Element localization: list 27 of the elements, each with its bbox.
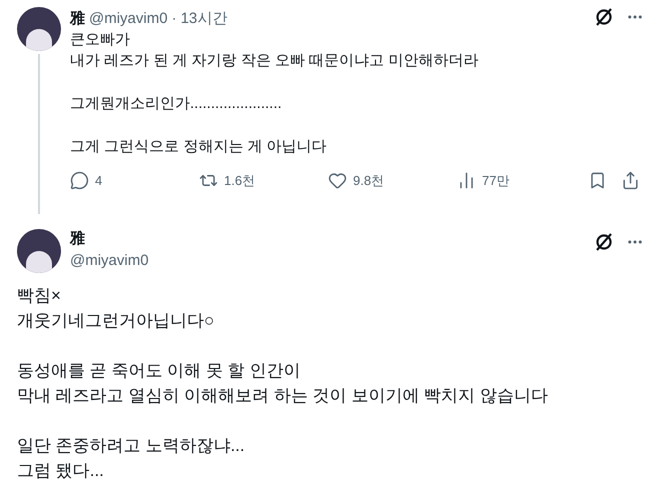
slashed-circle-icon[interactable] bbox=[594, 232, 614, 252]
share-icon bbox=[621, 170, 640, 190]
bar-chart-icon bbox=[457, 170, 476, 190]
like-button[interactable]: 9.8천 bbox=[328, 170, 384, 190]
post-time[interactable]: 13시간 bbox=[180, 8, 228, 30]
avatar[interactable] bbox=[17, 229, 61, 273]
post-text: 일단 존중하려고 노력하잖냐... 그럼 됐다... bbox=[17, 435, 246, 482]
reply-icon bbox=[70, 170, 89, 190]
post-text: 그게 그런식으로 정해지는 게 아닙니다 bbox=[70, 136, 328, 156]
slashed-circle-icon[interactable] bbox=[594, 7, 614, 27]
display-name[interactable]: 雅 bbox=[70, 8, 85, 30]
user-handle[interactable]: @miyavim0 bbox=[89, 8, 168, 30]
post-text: 그게뭔개소리인가...................... bbox=[70, 94, 283, 114]
views-button[interactable]: 77만 bbox=[457, 170, 510, 190]
share-button[interactable] bbox=[621, 170, 640, 190]
post-text: 동성애를 곧 죽어도 이해 못 할 인간이 막내 레즈라고 열심히 이해해보려 하는 것이 보이기에 빡치지 않습니다 bbox=[17, 360, 549, 407]
repost-button[interactable]: 1.6천 bbox=[199, 170, 256, 190]
avatar[interactable] bbox=[17, 7, 61, 51]
reply-button[interactable]: 4 bbox=[70, 170, 102, 190]
post-text: 큰오빠가 내가 레즈가 된 게 자기랑 작은 오빠 때문이냐고 미안해하더라 bbox=[70, 30, 480, 70]
user-handle[interactable]: @miyavim0 bbox=[70, 250, 149, 272]
post-text: 빡침× 개웃기네그런거아닙니다○ bbox=[17, 285, 216, 332]
bookmark-icon bbox=[588, 170, 607, 190]
display-name[interactable]: 雅 bbox=[70, 228, 149, 250]
bookmark-button[interactable] bbox=[588, 170, 607, 190]
heart-icon bbox=[328, 170, 347, 190]
separator-dot: · bbox=[172, 9, 177, 29]
